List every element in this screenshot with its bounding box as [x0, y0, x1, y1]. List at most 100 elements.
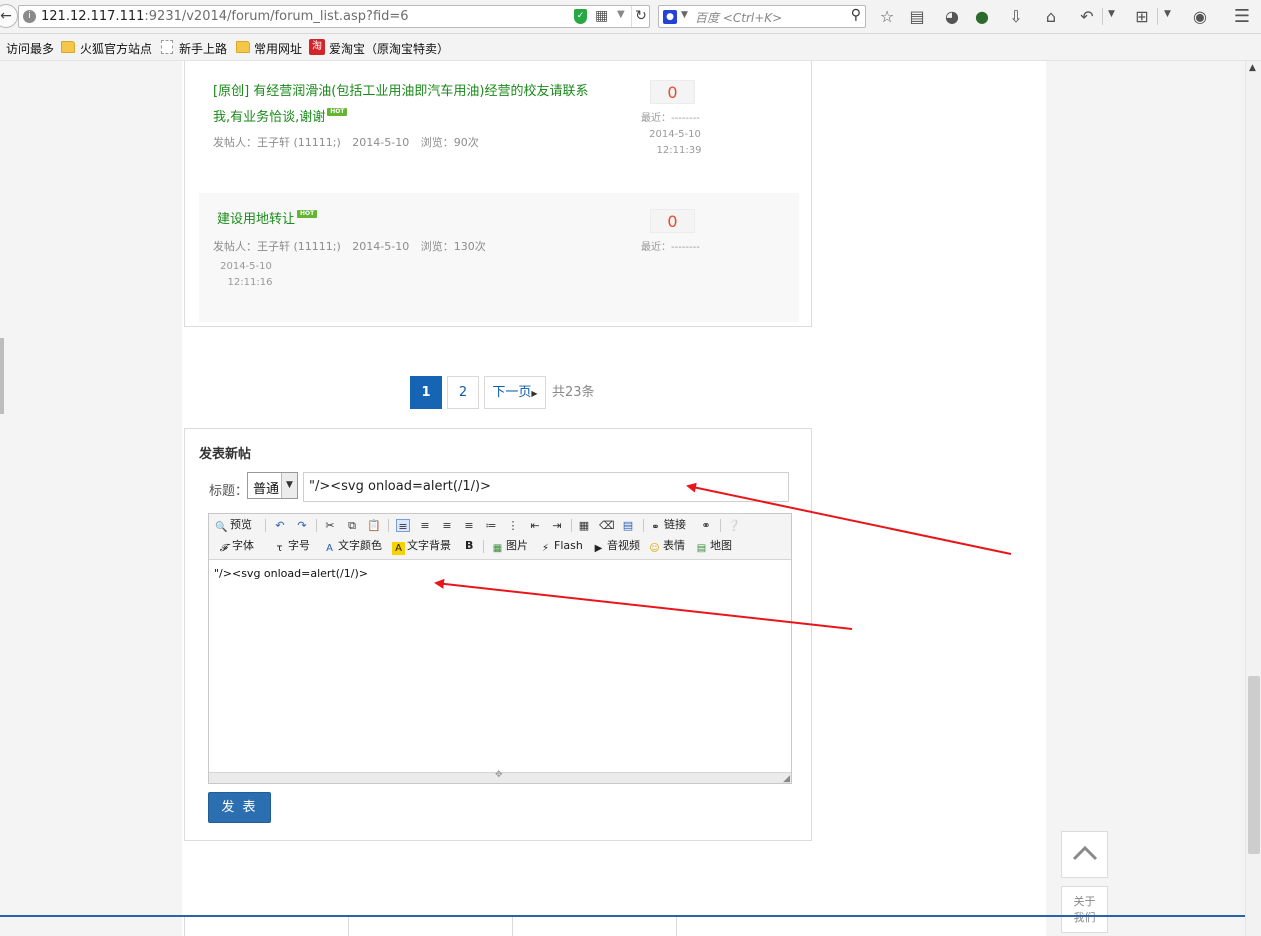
- search-go-icon[interactable]: ⚲: [851, 7, 861, 23]
- url-text[interactable]: 121.12.117.111:9231/v2014/forum/forum_li…: [41, 9, 409, 24]
- align-left-icon[interactable]: ≡: [396, 519, 410, 533]
- resize-corner-icon[interactable]: ◢: [783, 774, 790, 784]
- font-label: 字体: [232, 539, 254, 552]
- back-button[interactable]: ←: [0, 4, 18, 28]
- font-size-button[interactable]: τ 字号: [273, 536, 310, 556]
- vertical-scrollbar[interactable]: ▲: [1245, 61, 1261, 936]
- bold-button[interactable]: B: [465, 536, 473, 556]
- post-title: 建设用地转让: [217, 212, 296, 227]
- reading-list-icon[interactable]: ▤: [907, 7, 927, 27]
- bookmark-aitaobao[interactable]: 爱淘宝（原淘宝特卖）: [329, 40, 449, 57]
- font-button[interactable]: 𝓕 字体: [217, 536, 254, 556]
- html-source-icon[interactable]: ▤: [621, 519, 635, 532]
- undo-dropdown-icon[interactable]: ▼: [1108, 9, 1115, 19]
- page-2-button[interactable]: 2: [447, 376, 479, 409]
- post-author: 发帖人：王子轩 (11111;): [213, 136, 341, 149]
- post-time-date: 2014-5-10: [220, 261, 272, 272]
- chevron-down-icon: ▼: [281, 473, 297, 498]
- about-us-button[interactable]: 关于我们: [1061, 886, 1108, 933]
- bookmark-firefox-site[interactable]: 火狐官方站点: [80, 40, 152, 57]
- engine-dropdown-icon[interactable]: ▼: [681, 10, 688, 20]
- toolbar-divider: [643, 519, 644, 532]
- footer-divider: [184, 917, 185, 936]
- back-to-top-button[interactable]: [1061, 831, 1108, 878]
- undo-icon[interactable]: ↶: [273, 519, 287, 532]
- link-button[interactable]: ⚭ 链接: [649, 515, 686, 535]
- chat-icon[interactable]: ◉: [1190, 7, 1210, 27]
- text-bg-icon: A: [392, 542, 405, 555]
- unlink-icon[interactable]: ⚭: [699, 519, 713, 532]
- toolbar-divider: [571, 519, 572, 532]
- url-bar[interactable]: i 121.12.117.111:9231/v2014/forum/forum_…: [18, 5, 650, 28]
- bookmark-most-visited[interactable]: 访问最多: [6, 40, 54, 57]
- screenshot-dropdown-icon[interactable]: ▼: [1164, 9, 1171, 19]
- title-input[interactable]: "/><svg onload=alert(/1/)>: [303, 472, 789, 502]
- bookmark-star-icon[interactable]: ☆: [877, 7, 897, 27]
- emoticon-button[interactable]: ☺ 表情: [648, 536, 685, 556]
- justify-icon[interactable]: ≡: [462, 519, 476, 532]
- palette-icon[interactable]: ◕: [942, 7, 962, 27]
- menu-icon[interactable]: ☰: [1232, 7, 1252, 27]
- redo-icon[interactable]: ↷: [295, 519, 309, 532]
- baidu-engine-icon[interactable]: ●: [663, 10, 677, 24]
- text-color-icon: A: [326, 543, 333, 554]
- bookmark-getting-started[interactable]: 新手上路: [179, 40, 227, 57]
- cut-icon[interactable]: ✂: [323, 519, 337, 532]
- eraser-icon[interactable]: ⌫: [599, 519, 615, 532]
- search-input[interactable]: 百度 <Ctrl+K>: [695, 9, 782, 26]
- site-info-icon[interactable]: i: [23, 10, 36, 23]
- submit-button[interactable]: 发 表: [208, 792, 271, 823]
- next-arrow-icon: ▶: [531, 389, 538, 398]
- toolbar-row-1: 🔍 预览 ↶ ↷ ✂ ⧉ 📋 ≡ ≡ ≡ ≡ ≔ ⋮ ⇤ ⇥ ▦ ⌫ ▤ ⚭ 链…: [215, 515, 785, 535]
- home-icon[interactable]: ⌂: [1041, 7, 1061, 27]
- copy-icon[interactable]: ⧉: [345, 519, 359, 532]
- ordered-list-icon[interactable]: ≔: [484, 519, 498, 532]
- media-button[interactable]: ▶ 音视频: [592, 536, 640, 556]
- next-page-button[interactable]: 下一页▶: [484, 376, 546, 409]
- align-center-icon[interactable]: ≡: [418, 519, 432, 532]
- table-icon[interactable]: ▦: [577, 519, 591, 532]
- crop-screenshot-icon[interactable]: ⊞: [1132, 7, 1152, 27]
- text-color-button[interactable]: A 文字颜色: [323, 536, 382, 556]
- image-button[interactable]: ▦ 图片: [491, 536, 528, 556]
- scroll-up-icon[interactable]: ▲: [1249, 63, 1256, 73]
- page-1-button[interactable]: 1: [410, 376, 442, 409]
- indent-icon[interactable]: ⇥: [550, 519, 564, 532]
- side-feedback-tab[interactable]: [0, 338, 4, 414]
- editor-body[interactable]: "/><svg onload=alert(/1/)>: [209, 561, 791, 771]
- link-icon: ⚭: [651, 522, 660, 533]
- map-label: 地图: [710, 539, 732, 552]
- qr-code-icon[interactable]: ▦: [595, 8, 608, 24]
- help-icon[interactable]: ❔: [727, 519, 741, 532]
- post-title-link[interactable]: [原创] 有经营润滑油(包括工业用油即汽车用油)经营的校友请联系我,有业务恰谈,…: [213, 79, 603, 131]
- preview-label: 预览: [230, 518, 252, 531]
- text-bg-button[interactable]: A 文字背景: [392, 536, 451, 556]
- security-shield-icon[interactable]: ✓: [574, 9, 587, 24]
- footer-divider: [512, 917, 513, 936]
- unordered-list-icon[interactable]: ⋮: [506, 519, 520, 532]
- undo-history-icon[interactable]: ↶: [1077, 7, 1097, 27]
- about-us-label: 关于我们: [1073, 895, 1096, 924]
- align-right-icon[interactable]: ≡: [440, 519, 454, 532]
- post-title-link[interactable]: 建设用地转让 HOT: [217, 207, 607, 233]
- flash-button[interactable]: ⚡ Flash: [539, 536, 583, 556]
- reload-icon[interactable]: ↻: [631, 6, 650, 27]
- resize-handle-icon[interactable]: ✥: [495, 770, 503, 780]
- forum-post: 建设用地转让 HOT 发帖人：王子轩 (11111;) 2014-5-10 浏览：…: [199, 193, 799, 322]
- bookmark-common-sites[interactable]: 常用网址: [254, 40, 302, 57]
- preview-button[interactable]: 🔍 预览: [215, 515, 252, 535]
- search-bar[interactable]: ● ▼ 百度 <Ctrl+K> ⚲: [658, 5, 866, 28]
- flash-label: Flash: [554, 539, 583, 552]
- map-button[interactable]: ▤ 地图: [695, 536, 732, 556]
- page-viewport: [原创] 有经营润滑油(包括工业用油即汽车用油)经营的校友请联系我,有业务恰谈,…: [0, 61, 1261, 936]
- toolbar-separator: [1102, 8, 1103, 25]
- post-meta: 发帖人：王子轩 (11111;) 2014-5-10 浏览：130次: [213, 238, 494, 254]
- paste-icon[interactable]: 📋: [367, 519, 381, 532]
- addon-ball-icon[interactable]: ●: [972, 7, 992, 27]
- post-type-select[interactable]: 普通 ▼: [247, 472, 298, 499]
- outdent-icon[interactable]: ⇤: [528, 519, 542, 532]
- scrollbar-thumb[interactable]: [1248, 676, 1260, 854]
- download-icon[interactable]: ⇩: [1006, 7, 1026, 27]
- history-dropdown-icon[interactable]: ▼: [617, 9, 625, 20]
- browser-toolbar: ← i 121.12.117.111:9231/v2014/forum/foru…: [0, 0, 1261, 34]
